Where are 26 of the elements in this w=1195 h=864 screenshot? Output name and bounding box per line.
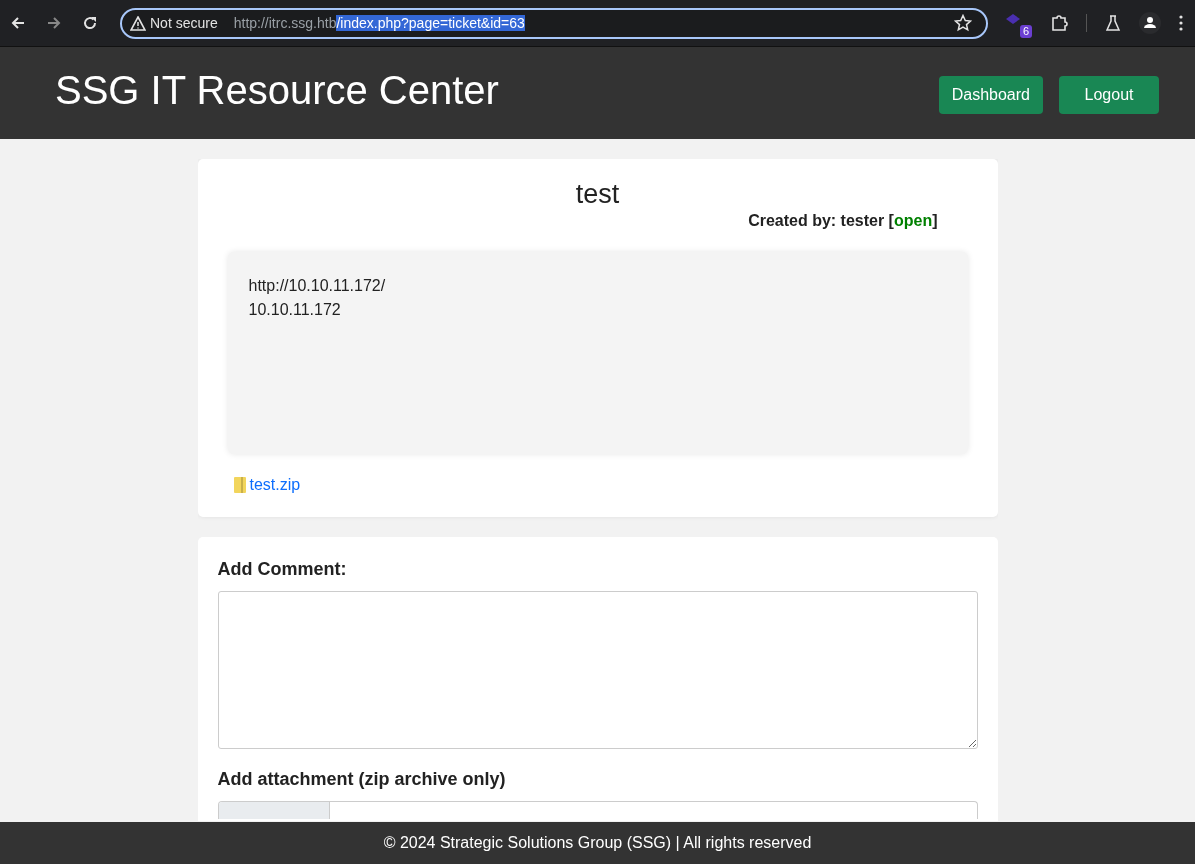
puzzle-icon[interactable] <box>1050 14 1068 32</box>
file-input[interactable] <box>217 801 978 819</box>
nav-button[interactable]: Logout <box>1059 76 1159 114</box>
nav-button[interactable]: Dashboard <box>938 76 1043 114</box>
flask-icon[interactable] <box>1105 15 1121 31</box>
description-line: 10.10.11.172 <box>248 300 341 320</box>
security-label[interactable]: Not secure <box>150 15 218 31</box>
reload-icon[interactable] <box>82 15 98 31</box>
attachment-label: Add attachment (zip archive only) <box>217 769 507 790</box>
warning-icon <box>130 15 146 31</box>
url-path: /index.php?page=ticket&id=63 <box>336 15 525 31</box>
created-by-text: Created by: tester [open] <box>748 212 938 229</box>
description-line: http://10.10.11.172/ <box>248 276 386 296</box>
back-icon[interactable] <box>10 15 26 31</box>
zip-file-icon <box>232 477 247 493</box>
comment-field[interactable] <box>217 591 978 749</box>
comment-label: Add Comment: <box>217 559 348 580</box>
ticket-title: test <box>574 179 621 210</box>
bookmark-star-icon[interactable] <box>954 14 972 32</box>
site-title: SSG IT Resource Center <box>55 67 500 113</box>
forward-icon[interactable] <box>46 15 62 31</box>
extension-badge: 6 <box>1020 25 1033 38</box>
footer-text: © 2024 Strategic Solutions Group (SSG) | All rights reserved <box>383 834 812 852</box>
profile-icon[interactable] <box>1139 12 1161 34</box>
menu-icon[interactable] <box>1179 15 1183 31</box>
attachment-link[interactable]: test.zip <box>249 476 301 494</box>
